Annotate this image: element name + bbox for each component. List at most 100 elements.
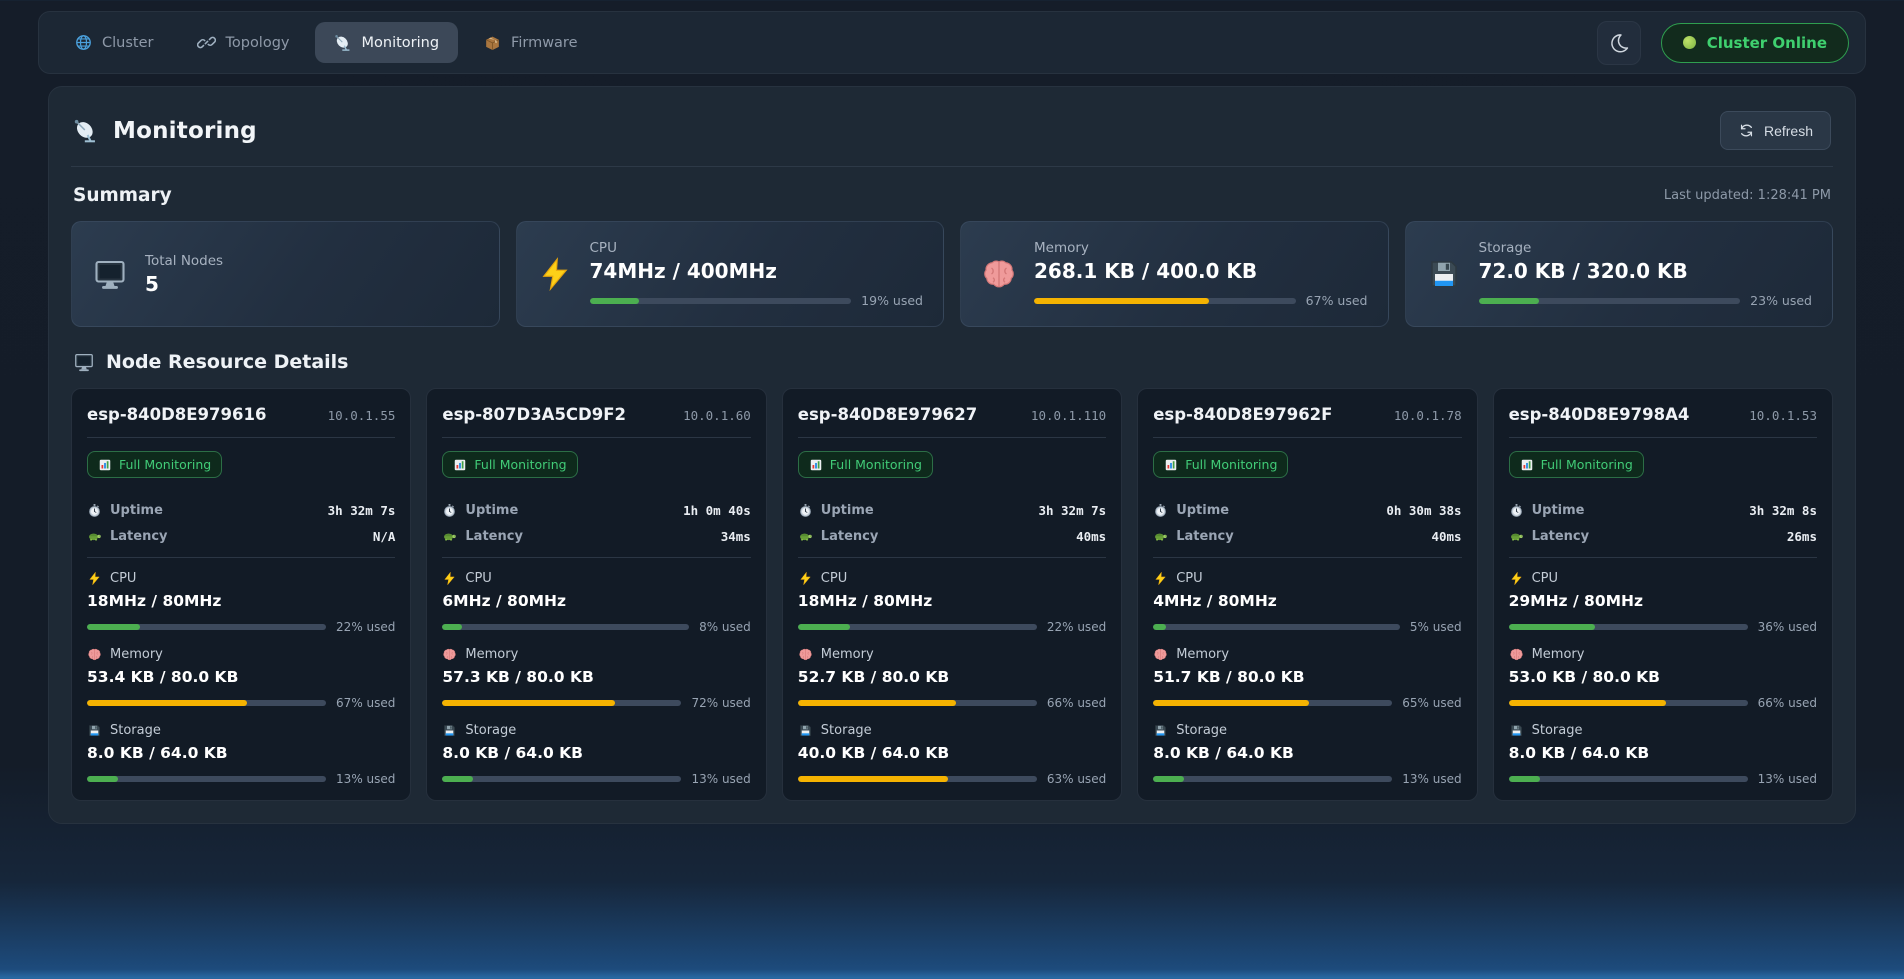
brain-icon [798, 647, 813, 662]
cpu-label-group: CPU [442, 571, 750, 586]
memory-label: Memory [110, 647, 163, 662]
refresh-button[interactable]: Refresh [1720, 111, 1831, 150]
node-name: esp-840D8E97962F [1153, 405, 1332, 424]
node-card: esp-840D8E97962F 10.0.1.78 Full Monitori… [1137, 388, 1477, 801]
brain-icon [1153, 647, 1168, 662]
progress-row: 72% used [442, 696, 750, 710]
progress-fill [798, 700, 956, 706]
memory-label-group: Memory [1509, 647, 1817, 662]
brain-icon [1509, 647, 1524, 662]
progress-track [442, 776, 681, 782]
memory-label: Memory [1176, 647, 1229, 662]
memory-label: Memory [821, 647, 874, 662]
theme-toggle-button[interactable] [1597, 21, 1641, 65]
page-title: Monitoring [73, 117, 257, 144]
satellite-dish-icon [334, 33, 353, 52]
progress-row: 23% used [1479, 293, 1813, 308]
progress-row: 13% used [87, 772, 395, 786]
uptime-row: Uptime 0h 30m 38s [1153, 503, 1461, 518]
brain-icon [442, 647, 457, 662]
summary-card-label: CPU [590, 240, 924, 256]
progress-row: 13% used [1509, 772, 1817, 786]
link-icon [197, 33, 216, 52]
cluster-status-badge[interactable]: Cluster Online [1661, 23, 1849, 63]
uptime-label: Uptime [821, 503, 874, 518]
lightning-icon [1153, 571, 1168, 586]
node-ip-address: 10.0.1.60 [683, 408, 751, 423]
memory-value: 52.7 KB / 80.0 KB [798, 668, 1106, 686]
tab-cluster-label: Cluster [102, 35, 153, 51]
progress-row: 5% used [1153, 620, 1461, 634]
cpu-section: CPU 4MHz / 80MHz 5% used [1153, 571, 1461, 634]
progress-fill [1153, 624, 1165, 630]
memory-value: 51.7 KB / 80.0 KB [1153, 668, 1461, 686]
percent-used-label: 13% used [336, 772, 395, 786]
tab-topology-label: Topology [225, 35, 289, 51]
brain-icon [981, 256, 1017, 292]
monitoring-mode-badge: Full Monitoring [1153, 451, 1288, 478]
latency-row: Latency N/A [87, 529, 395, 544]
percent-used-label: 19% used [861, 293, 923, 308]
summary-card-body: Storage 72.0 KB / 320.0 KB 23% used [1479, 240, 1813, 308]
uptime-value: 1h 0m 40s [683, 503, 751, 518]
stopwatch-icon [798, 503, 813, 518]
turtle-icon [442, 529, 457, 544]
divider [798, 437, 1106, 438]
floppy-disk-icon [798, 723, 813, 738]
progress-fill [442, 624, 462, 630]
storage-value: 8.0 KB / 64.0 KB [1509, 744, 1817, 762]
percent-used-label: 13% used [691, 772, 750, 786]
storage-label-group: Storage [442, 723, 750, 738]
memory-value: 57.3 KB / 80.0 KB [442, 668, 750, 686]
cpu-section: CPU 18MHz / 80MHz 22% used [87, 571, 395, 634]
storage-section: Storage 8.0 KB / 64.0 KB 13% used [442, 723, 750, 786]
cpu-label: CPU [110, 571, 136, 586]
progress-track [442, 700, 681, 706]
tab-firmware[interactable]: Firmware [464, 22, 596, 63]
cpu-value: 4MHz / 80MHz [1153, 592, 1461, 610]
latency-row: Latency 34ms [442, 529, 750, 544]
globe-icon [74, 33, 93, 52]
latency-label: Latency [110, 529, 168, 544]
tab-topology[interactable]: Topology [178, 22, 308, 63]
storage-section: Storage 40.0 KB / 64.0 KB 63% used [798, 723, 1106, 786]
bar-chart-icon [809, 458, 823, 472]
cpu-section: CPU 6MHz / 80MHz 8% used [442, 571, 750, 634]
progress-fill [1153, 700, 1308, 706]
divider [1509, 557, 1817, 558]
progress-track [1479, 298, 1741, 304]
progress-track [1034, 298, 1296, 304]
progress-fill [590, 298, 640, 304]
tab-monitoring[interactable]: Monitoring [315, 22, 459, 63]
monitoring-mode-label: Full Monitoring [474, 457, 566, 472]
progress-fill [87, 776, 118, 782]
memory-section: Memory 53.4 KB / 80.0 KB 67% used [87, 647, 395, 710]
lightning-icon [87, 571, 102, 586]
percent-used-label: 72% used [691, 696, 750, 710]
summary-card-body: CPU 74MHz / 400MHz 19% used [590, 240, 924, 308]
monitoring-mode-badge: Full Monitoring [87, 451, 222, 478]
storage-label-group: Storage [87, 723, 395, 738]
progress-fill [87, 700, 247, 706]
uptime-label-group: Uptime [1153, 503, 1229, 518]
monitoring-mode-label: Full Monitoring [1541, 457, 1633, 472]
node-name: esp-840D8E979616 [87, 405, 266, 424]
percent-used-label: 65% used [1402, 696, 1461, 710]
tab-cluster[interactable]: Cluster [55, 22, 172, 63]
progress-track [1153, 624, 1400, 630]
monitoring-panel: Monitoring Refresh Summary Last updated:… [48, 86, 1856, 824]
bar-chart-icon [453, 458, 467, 472]
node-ip-address: 10.0.1.78 [1394, 408, 1462, 423]
cpu-label: CPU [1532, 571, 1558, 586]
node-ip-address: 10.0.1.110 [1031, 408, 1106, 423]
latency-label: Latency [1176, 529, 1234, 544]
monitoring-mode-label: Full Monitoring [119, 457, 211, 472]
summary-card-label: Memory [1034, 240, 1368, 256]
uptime-label-group: Uptime [1509, 503, 1585, 518]
storage-label-group: Storage [798, 723, 1106, 738]
progress-fill [1509, 700, 1667, 706]
monitoring-mode-label: Full Monitoring [1185, 457, 1277, 472]
progress-track [798, 624, 1037, 630]
progress-fill [1034, 298, 1209, 304]
summary-card-label: Total Nodes [145, 253, 479, 269]
